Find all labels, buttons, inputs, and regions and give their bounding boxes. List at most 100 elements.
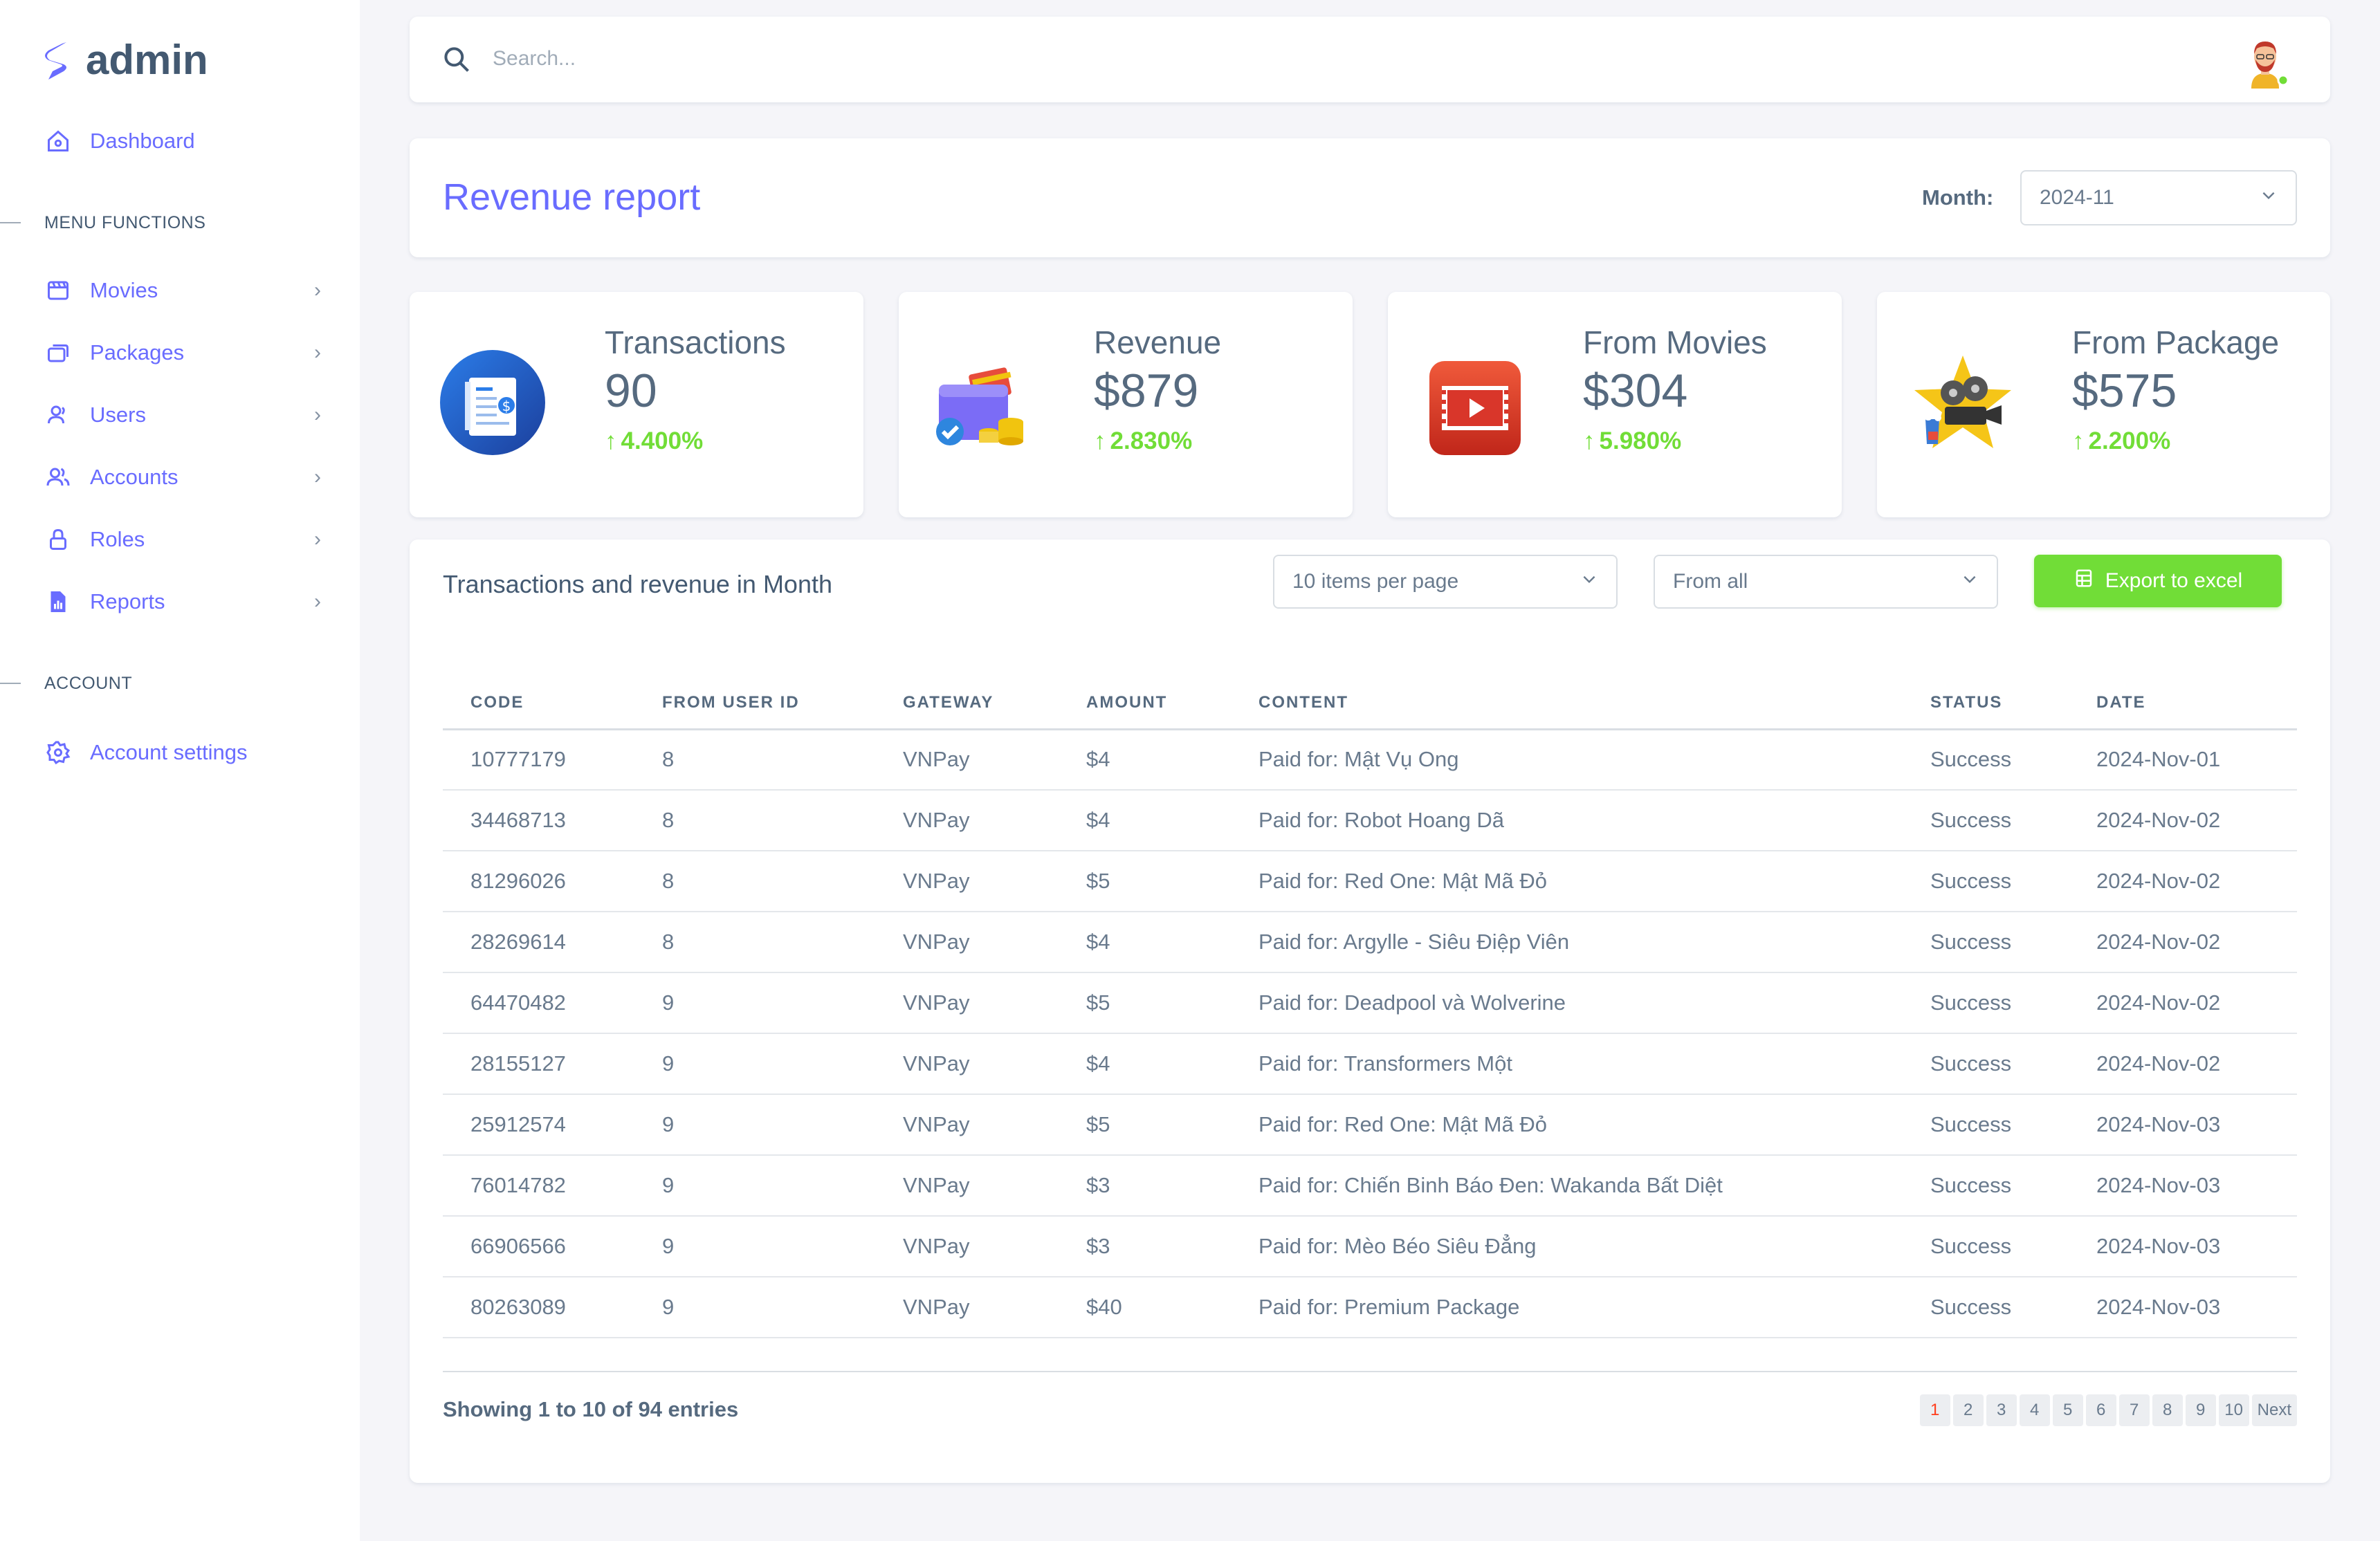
table-cell: Success xyxy=(1903,1094,2069,1156)
home-icon xyxy=(44,127,72,155)
table-cell: 34468713 xyxy=(443,790,634,851)
app-logo[interactable]: admin xyxy=(43,36,208,84)
stat-change-value: 2.830% xyxy=(1110,427,1193,454)
sidebar-item-movies[interactable]: Movies › xyxy=(44,270,321,311)
stat-card-transactions: $ Transactions 90 ↑ 4.400% xyxy=(410,292,863,517)
sidebar-item-packages[interactable]: Packages › xyxy=(44,332,321,373)
table-row[interactable]: 28155127 9 VNPay $4 Paid for: Transformers M… xyxy=(443,1033,2297,1095)
sidebar-item-label: Reports xyxy=(90,589,165,613)
table-row[interactable]: 81296026 8 VNPay $5 Paid for: Red One: Mật M… xyxy=(443,851,2297,912)
per-page-select[interactable]: 10 items per page xyxy=(1273,555,1618,609)
table-cell: VNPay xyxy=(875,1216,1059,1277)
chevron-right-icon: › xyxy=(314,341,321,364)
sidebar-item-account-settings[interactable]: Account settings xyxy=(44,732,321,773)
stat-label: From Movies xyxy=(1583,324,1767,360)
user-icon xyxy=(44,401,72,429)
table-row[interactable]: 64470482 9 VNPay $5 Paid for: Deadpool và Wo… xyxy=(443,972,2297,1034)
table-cell: 66906566 xyxy=(443,1216,634,1277)
page-button[interactable]: 8 xyxy=(2152,1394,2183,1426)
section-account: ACCOUNT xyxy=(0,670,132,697)
table-cell: $4 xyxy=(1059,729,1231,791)
source-filter-value: From all xyxy=(1673,570,1748,593)
table-row[interactable]: 76014782 9 VNPay $3 Paid for: Chiến Binh Báo… xyxy=(443,1155,2297,1217)
arrow-up-icon: ↑ xyxy=(1583,427,1595,454)
table-cell: 80263089 xyxy=(443,1277,634,1338)
table-cell: Paid for: Red One: Mật Mã Đỏ xyxy=(1231,1094,1903,1156)
table-row[interactable]: 25912574 9 VNPay $5 Paid for: Red One: Mật M… xyxy=(443,1094,2297,1156)
table-cell: Paid for: Robot Hoang Dã xyxy=(1231,790,1903,851)
search-input[interactable]: Search... xyxy=(493,47,576,71)
video-play-icon xyxy=(1418,350,1529,461)
column-header[interactable]: STATUS xyxy=(1903,678,2069,730)
table-cell: Success xyxy=(1903,790,2069,851)
chevron-right-icon: › xyxy=(314,590,321,613)
export-label: Export to excel xyxy=(2105,569,2243,592)
sidebar-item-label: Packages xyxy=(90,340,185,365)
table-row[interactable]: 28269614 8 VNPay $4 Paid for: Argylle - Siêu… xyxy=(443,912,2297,973)
table-cell: 8 xyxy=(634,912,875,973)
table-cell: Paid for: Red One: Mật Mã Đỏ xyxy=(1231,851,1903,912)
table-cell: VNPay xyxy=(875,729,1059,791)
month-select[interactable]: 2024-11 xyxy=(2020,170,2297,225)
table-cell: $5 xyxy=(1059,972,1231,1034)
source-filter-select[interactable]: From all xyxy=(1654,555,1998,609)
table-cell: 9 xyxy=(634,972,875,1034)
table-cell: VNPay xyxy=(875,1155,1059,1217)
table-cell: Paid for: Mật Vụ Ong xyxy=(1231,729,1903,791)
cinema-star-icon xyxy=(1907,350,2018,461)
column-header[interactable]: FROM USER ID xyxy=(634,678,875,730)
month-label: Month: xyxy=(1922,185,1994,210)
next-page-button[interactable]: Next xyxy=(2251,1394,2297,1426)
table-cell: Success xyxy=(1903,1033,2069,1095)
page-button[interactable]: 7 xyxy=(2118,1394,2150,1426)
column-header[interactable]: CODE xyxy=(443,678,634,730)
sidebar-item-users[interactable]: Users › xyxy=(44,394,321,436)
stat-value: 90 xyxy=(605,365,657,417)
table-cell: 8 xyxy=(634,790,875,851)
stat-label: From Package xyxy=(2072,324,2280,360)
page-button[interactable]: 9 xyxy=(2185,1394,2216,1426)
page-button[interactable]: 2 xyxy=(1952,1394,1984,1426)
table-cell: $3 xyxy=(1059,1216,1231,1277)
column-header[interactable]: CONTENT xyxy=(1231,678,1903,730)
column-header[interactable]: AMOUNT xyxy=(1059,678,1231,730)
column-header[interactable]: GATEWAY xyxy=(875,678,1059,730)
stat-value: $304 xyxy=(1583,365,1688,417)
table-cell: VNPay xyxy=(875,851,1059,912)
table-cell: 2024-Nov-02 xyxy=(2069,1033,2297,1095)
per-page-value: 10 items per page xyxy=(1292,570,1459,593)
chevron-down-icon xyxy=(1580,570,1598,593)
stat-value: $575 xyxy=(2072,365,2177,417)
table-cell: Success xyxy=(1903,912,2069,973)
page-button[interactable]: 1 xyxy=(1919,1394,1950,1426)
export-excel-button[interactable]: Export to excel xyxy=(2034,555,2282,607)
search-icon[interactable] xyxy=(441,44,472,78)
page-button[interactable]: 6 xyxy=(2085,1394,2116,1426)
sidebar-item-roles[interactable]: Roles › xyxy=(44,519,321,560)
page-button[interactable]: 4 xyxy=(2019,1394,2050,1426)
page-button[interactable]: 3 xyxy=(1986,1394,2017,1426)
wallet-icon xyxy=(929,350,1040,461)
column-header[interactable]: DATE xyxy=(2069,678,2297,730)
table-cell: 28269614 xyxy=(443,912,634,973)
sidebar-item-reports[interactable]: Reports › xyxy=(44,581,321,622)
page-button[interactable]: 5 xyxy=(2052,1394,2083,1426)
table-row[interactable]: 80263089 9 VNPay $40 Paid for: Premium Packa… xyxy=(443,1277,2297,1338)
sidebar-item-dashboard[interactable]: Dashboard xyxy=(44,120,321,162)
sidebar-item-accounts[interactable]: Accounts › xyxy=(44,456,321,498)
table-cell: $3 xyxy=(1059,1155,1231,1217)
table-cell: 9 xyxy=(634,1033,875,1095)
stat-change-value: 5.980% xyxy=(1599,427,1682,454)
avatar[interactable] xyxy=(2239,36,2291,89)
stat-change: ↑ 5.980% xyxy=(1583,427,1681,455)
table-cell: 2024-Nov-03 xyxy=(2069,1155,2297,1217)
table-row[interactable]: 34468713 8 VNPay $4 Paid for: Robot Hoang Dã… xyxy=(443,790,2297,851)
table-cell: Success xyxy=(1903,972,2069,1034)
page-button[interactable]: 10 xyxy=(2218,1394,2249,1426)
chevron-down-icon xyxy=(1961,570,1979,593)
table-cell: 8 xyxy=(634,729,875,791)
table-row[interactable]: 10777179 8 VNPay $4 Paid for: Mật Vụ Ong Succ… xyxy=(443,729,2297,791)
table-cell: VNPay xyxy=(875,912,1059,973)
table-cell: 9 xyxy=(634,1216,875,1277)
table-row[interactable]: 66906566 9 VNPay $3 Paid for: Mèo Béo Siêu Đ… xyxy=(443,1216,2297,1277)
